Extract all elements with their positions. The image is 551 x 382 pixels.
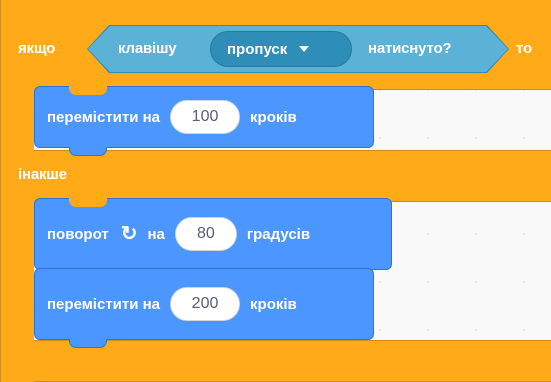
chevron-down-icon [299,46,310,52]
then-label: то [516,40,532,57]
key-label: клавішу [118,40,177,57]
degrees-label: градусів [246,225,311,243]
move-steps-block[interactable]: перемістити на 100 кроків [34,86,374,156]
steps-label: кроків [250,108,297,126]
if-else-block-spine[interactable] [0,0,34,382]
block-notch [69,198,107,207]
else-label: інакше [18,166,67,183]
if-label: якщо [18,40,56,57]
turn-right-block[interactable]: поворот ↻ на 80 градусів [34,198,392,270]
steps-label: кроків [250,295,297,313]
block-tab [69,339,107,348]
move-steps-block[interactable]: перемістити на 200 кроків [34,268,374,348]
steps-input[interactable]: 100 [170,100,241,134]
turn-label: поворот [47,225,109,243]
pressed-label: натиснуто? [368,40,452,57]
block-edge [0,0,1,382]
if-else-block-else-arm[interactable] [0,150,551,202]
on-label: на [147,225,165,243]
key-dropdown-value: пропуск [227,40,288,58]
rotate-clockwise-icon: ↻ [120,223,138,245]
block-notch [69,86,107,95]
move-label: перемістити на [47,108,161,126]
degrees-input[interactable]: 80 [174,217,237,251]
move-label: перемістити на [47,295,161,313]
block-tab [69,147,107,156]
steps-input[interactable]: 200 [170,287,241,321]
key-dropdown[interactable]: пропуск [210,31,352,67]
